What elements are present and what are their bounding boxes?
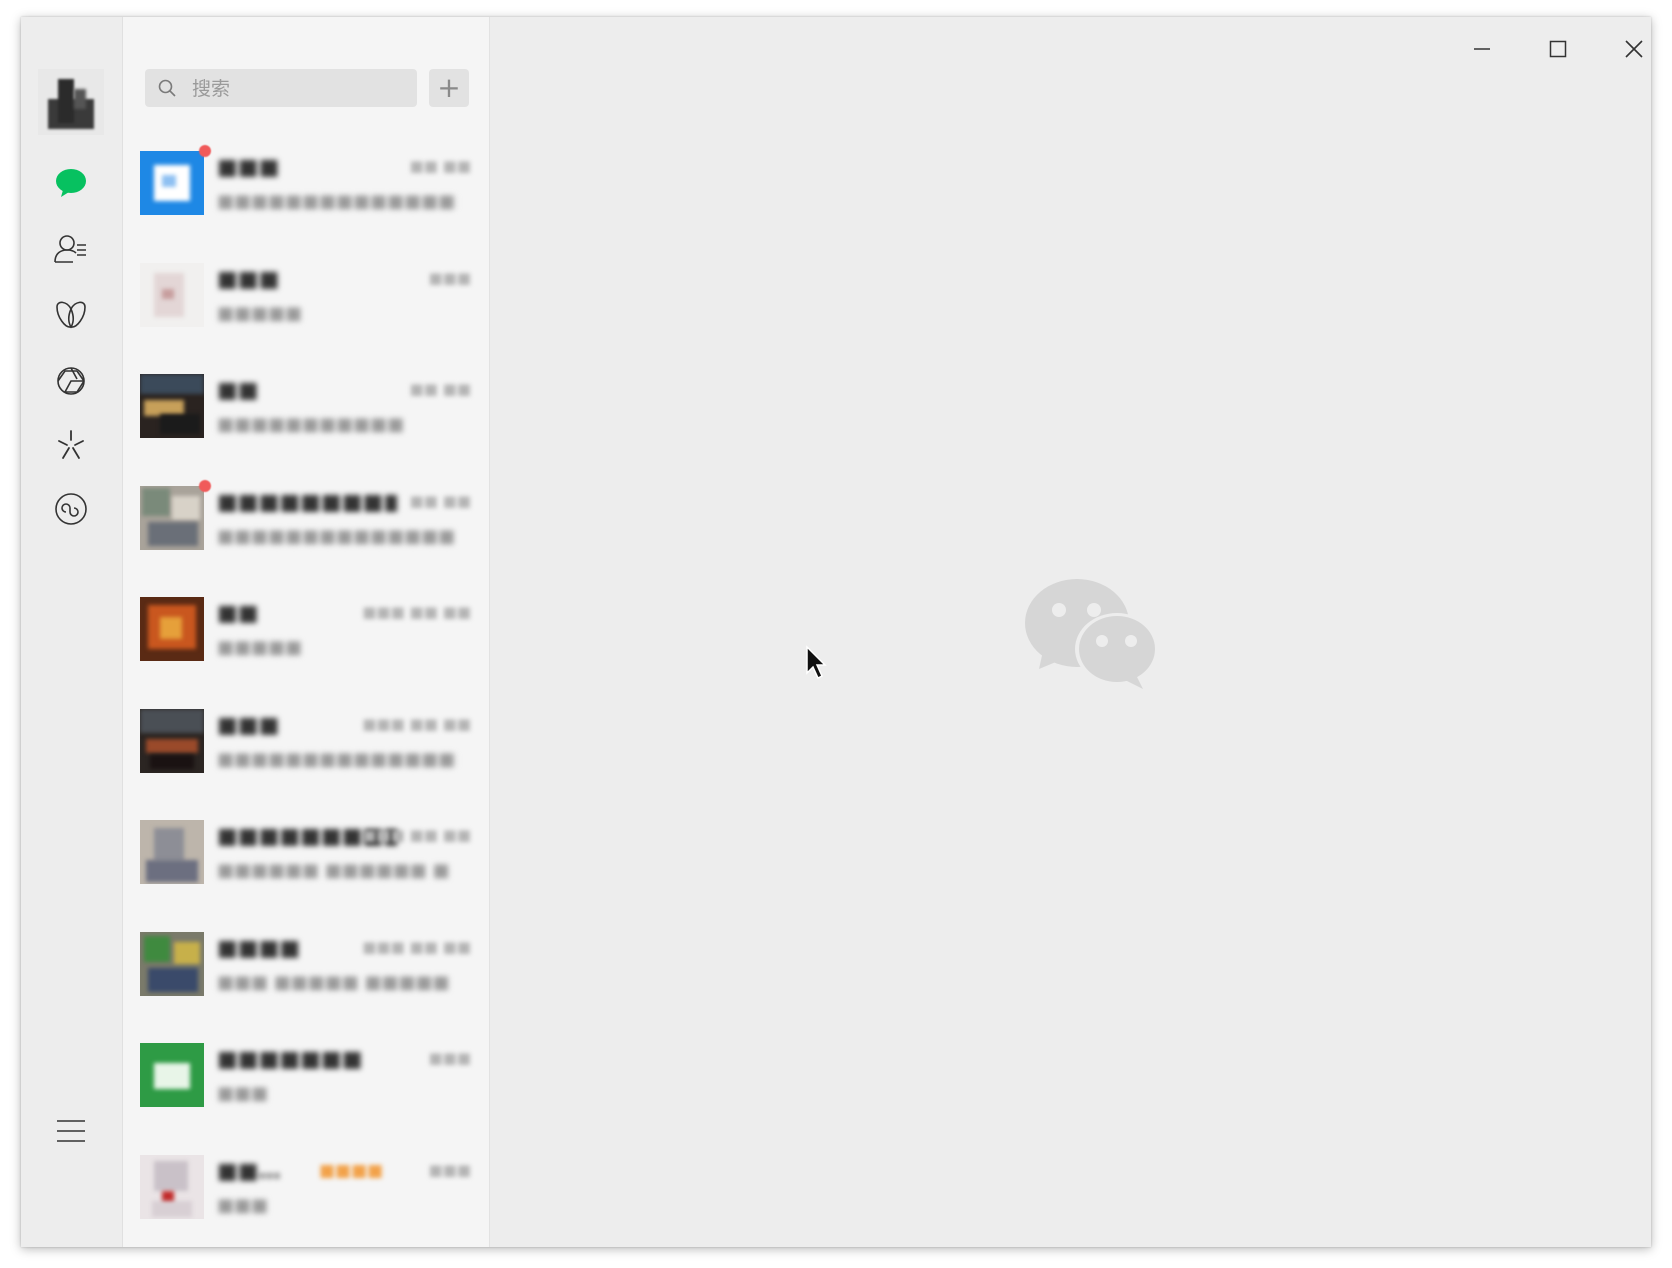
chat-list-item[interactable]: ■■■ ■■ ■■ ■■■■■■■■■■■■■■■ ■■ [123,135,489,247]
chat-name-redacted: ■■■ [217,155,280,180]
chat-name-redacted: ■■■■■■■■■ [217,489,397,515]
search-box[interactable] [145,69,417,109]
navigation-rail [21,17,123,1247]
chat-preview-redacted: ■■■■■■■■■■■■■■ ■ [217,525,457,547]
chat-tag-redacted: ■■■■ [319,1160,384,1181]
maximize-icon [1549,40,1567,58]
chat-time-redacted: ■■■ ■■ ■■ [362,937,471,956]
mouse-cursor-icon [806,645,827,680]
chat-name-redacted: ■■ [217,378,259,403]
chat-list-item[interactable]: ■■ ■■ ■■ ■■■■■■■■■■■ [123,358,489,470]
chats-nav-icon[interactable] [47,159,95,207]
chat-preview-redacted: ■■■■■■■■■■■■■■■■ [217,748,457,770]
chat-avatar [140,1154,204,1219]
unread-badge [199,479,211,492]
chat-preview-redacted: ■■■■■ [217,637,303,658]
search-icon [158,79,176,97]
chat-avatar [140,708,204,773]
chat-preview-redacted: ■■■■■ [217,302,303,324]
mini-programs-nav-icon[interactable] [47,485,95,533]
chat-avatar [140,820,204,884]
chat-name-redacted: ■■■■■■■ [217,1047,363,1072]
unread-badge [199,145,211,157]
search-input[interactable] [190,69,414,109]
chat-list-item[interactable]: ■■… ■■■■ ■■■ ■■■ [123,1139,489,1248]
close-icon [1625,40,1643,58]
chat-list-item[interactable]: ■■■■■■■■■■■ ■■■ ■■ ■■ ■■■■■■ ■■■■■■ ■ [123,804,489,916]
chat-time-redacted: ■■■ ■■ ■■ [362,714,471,733]
chat-time-redacted: ■■ ■■ [409,157,471,175]
chat-list-item[interactable]: ■■ ■■■ ■■ ■■ ■■■■■ [123,581,489,693]
chat-time-redacted: ■■■ [428,1160,471,1179]
minimize-button[interactable] [1456,29,1508,69]
maximize-button[interactable] [1532,29,1584,69]
add-button[interactable]: + [429,69,469,107]
favorites-nav-icon[interactable] [47,291,95,339]
wechat-window: + ■■■ ■■ ■■ ■■■■■■■■■■■■■■■ ■■ ■■■ [21,17,1651,1247]
chat-name-redacted: ■■… [217,1158,281,1184]
chat-time-redacted: ■■■ [428,268,471,287]
minimize-icon [1474,48,1490,50]
chat-avatar [140,262,204,327]
chat-avatar [140,597,204,661]
chat-name-redacted: ■■■ [217,712,280,738]
chat-avatar [140,151,204,215]
chat-time-redacted: ■■ ■■ [409,380,471,398]
chat-preview-redacted: ■■■ ■■■■■ ■■■■■ [217,971,450,993]
chat-avatar [140,485,204,550]
chat-name-redacted: ■■■■ [217,935,301,961]
moments-nav-icon[interactable] [47,357,95,405]
menu-icon[interactable] [47,1107,95,1155]
chat-time-redacted: ■■■ [428,1049,471,1067]
contacts-nav-icon[interactable] [47,225,95,273]
chat-list-panel: + ■■■ ■■ ■■ ■■■■■■■■■■■■■■■ ■■ ■■■ [123,17,490,1247]
chat-list: ■■■ ■■ ■■ ■■■■■■■■■■■■■■■ ■■ ■ ■■ ■ ■■ ■■■… [123,135,489,1247]
chat-preview-redacted: ■■■ [217,1194,269,1216]
chat-avatar [140,374,204,438]
chat-list-item[interactable]: ■■■■■■■ ■■■ ■■■ [123,1027,489,1139]
chat-name-redacted: ■■ [217,601,259,626]
chat-time-redacted: ■■■ ■■ ■■ [362,826,471,844]
main-area [490,17,1651,1247]
wechat-logo-icon [1025,579,1159,689]
chat-list-item[interactable]: ■■■■ ■■■ ■■ ■■ ■■■ ■■■■■ ■■■■■ [123,916,489,1028]
chat-time-redacted: ■■ ■■ [409,491,471,510]
chat-name-redacted: ■■■ [217,266,280,292]
close-button[interactable] [1608,29,1651,69]
chat-avatar [140,931,204,996]
channels-nav-icon[interactable] [47,421,95,469]
chat-list-item[interactable]: ■■■■■■■■■ ■■ ■■ ■■■■■■■■■■■■■■ ■ [123,470,489,582]
chat-preview-redacted: ■■■■■■ ■■■■■■ ■ [217,860,450,881]
chat-preview-redacted: ■■■■■■■■■■■■■■■ ■■ [217,191,457,212]
chat-list-item[interactable]: ■■■ ■■■ ■■■■■ [123,247,489,359]
user-avatar[interactable] [38,69,104,135]
chat-preview-redacted: ■■■ [217,1083,269,1104]
chat-preview-redacted: ■■■■■■■■■■■ [217,414,405,435]
chat-time-redacted: ■■■ ■■ ■■ [362,603,471,621]
chat-avatar [140,1043,204,1107]
chat-list-item[interactable]: ■■■ ■■■ ■■ ■■ ■■■■■■■■■■■■■■■■ [123,693,489,805]
